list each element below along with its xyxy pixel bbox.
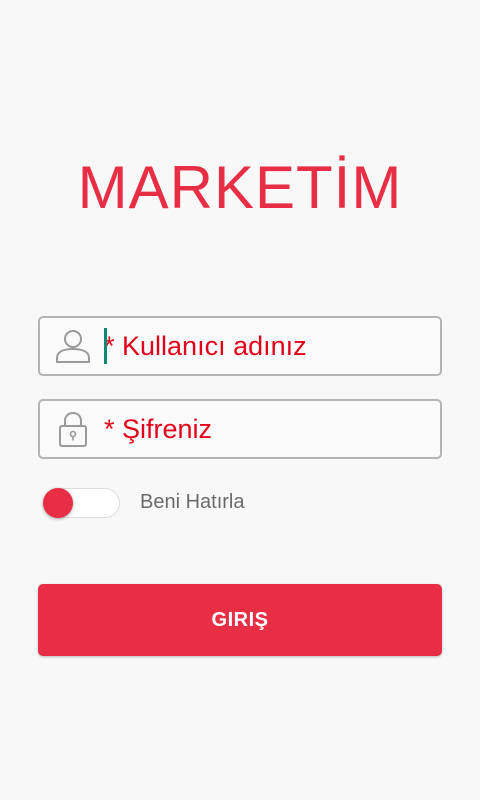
password-input[interactable]	[104, 401, 424, 457]
username-field[interactable]	[38, 316, 442, 376]
login-button[interactable]: GIRIŞ	[38, 584, 442, 656]
user-icon	[54, 327, 92, 365]
password-field[interactable]	[38, 399, 442, 459]
text-cursor	[104, 328, 107, 364]
lock-icon	[54, 410, 92, 448]
remember-me-toggle[interactable]	[40, 486, 120, 520]
remember-me-label[interactable]: Beni Hatırla	[140, 491, 245, 514]
username-input[interactable]	[104, 318, 424, 374]
app-title: MARKETİM	[77, 154, 403, 221]
toggle-thumb	[43, 488, 73, 518]
login-screen: MARKETİM Beni Hatırla GIRIŞ	[0, 0, 480, 800]
remember-me-row: Beni Hatırla	[40, 484, 340, 524]
